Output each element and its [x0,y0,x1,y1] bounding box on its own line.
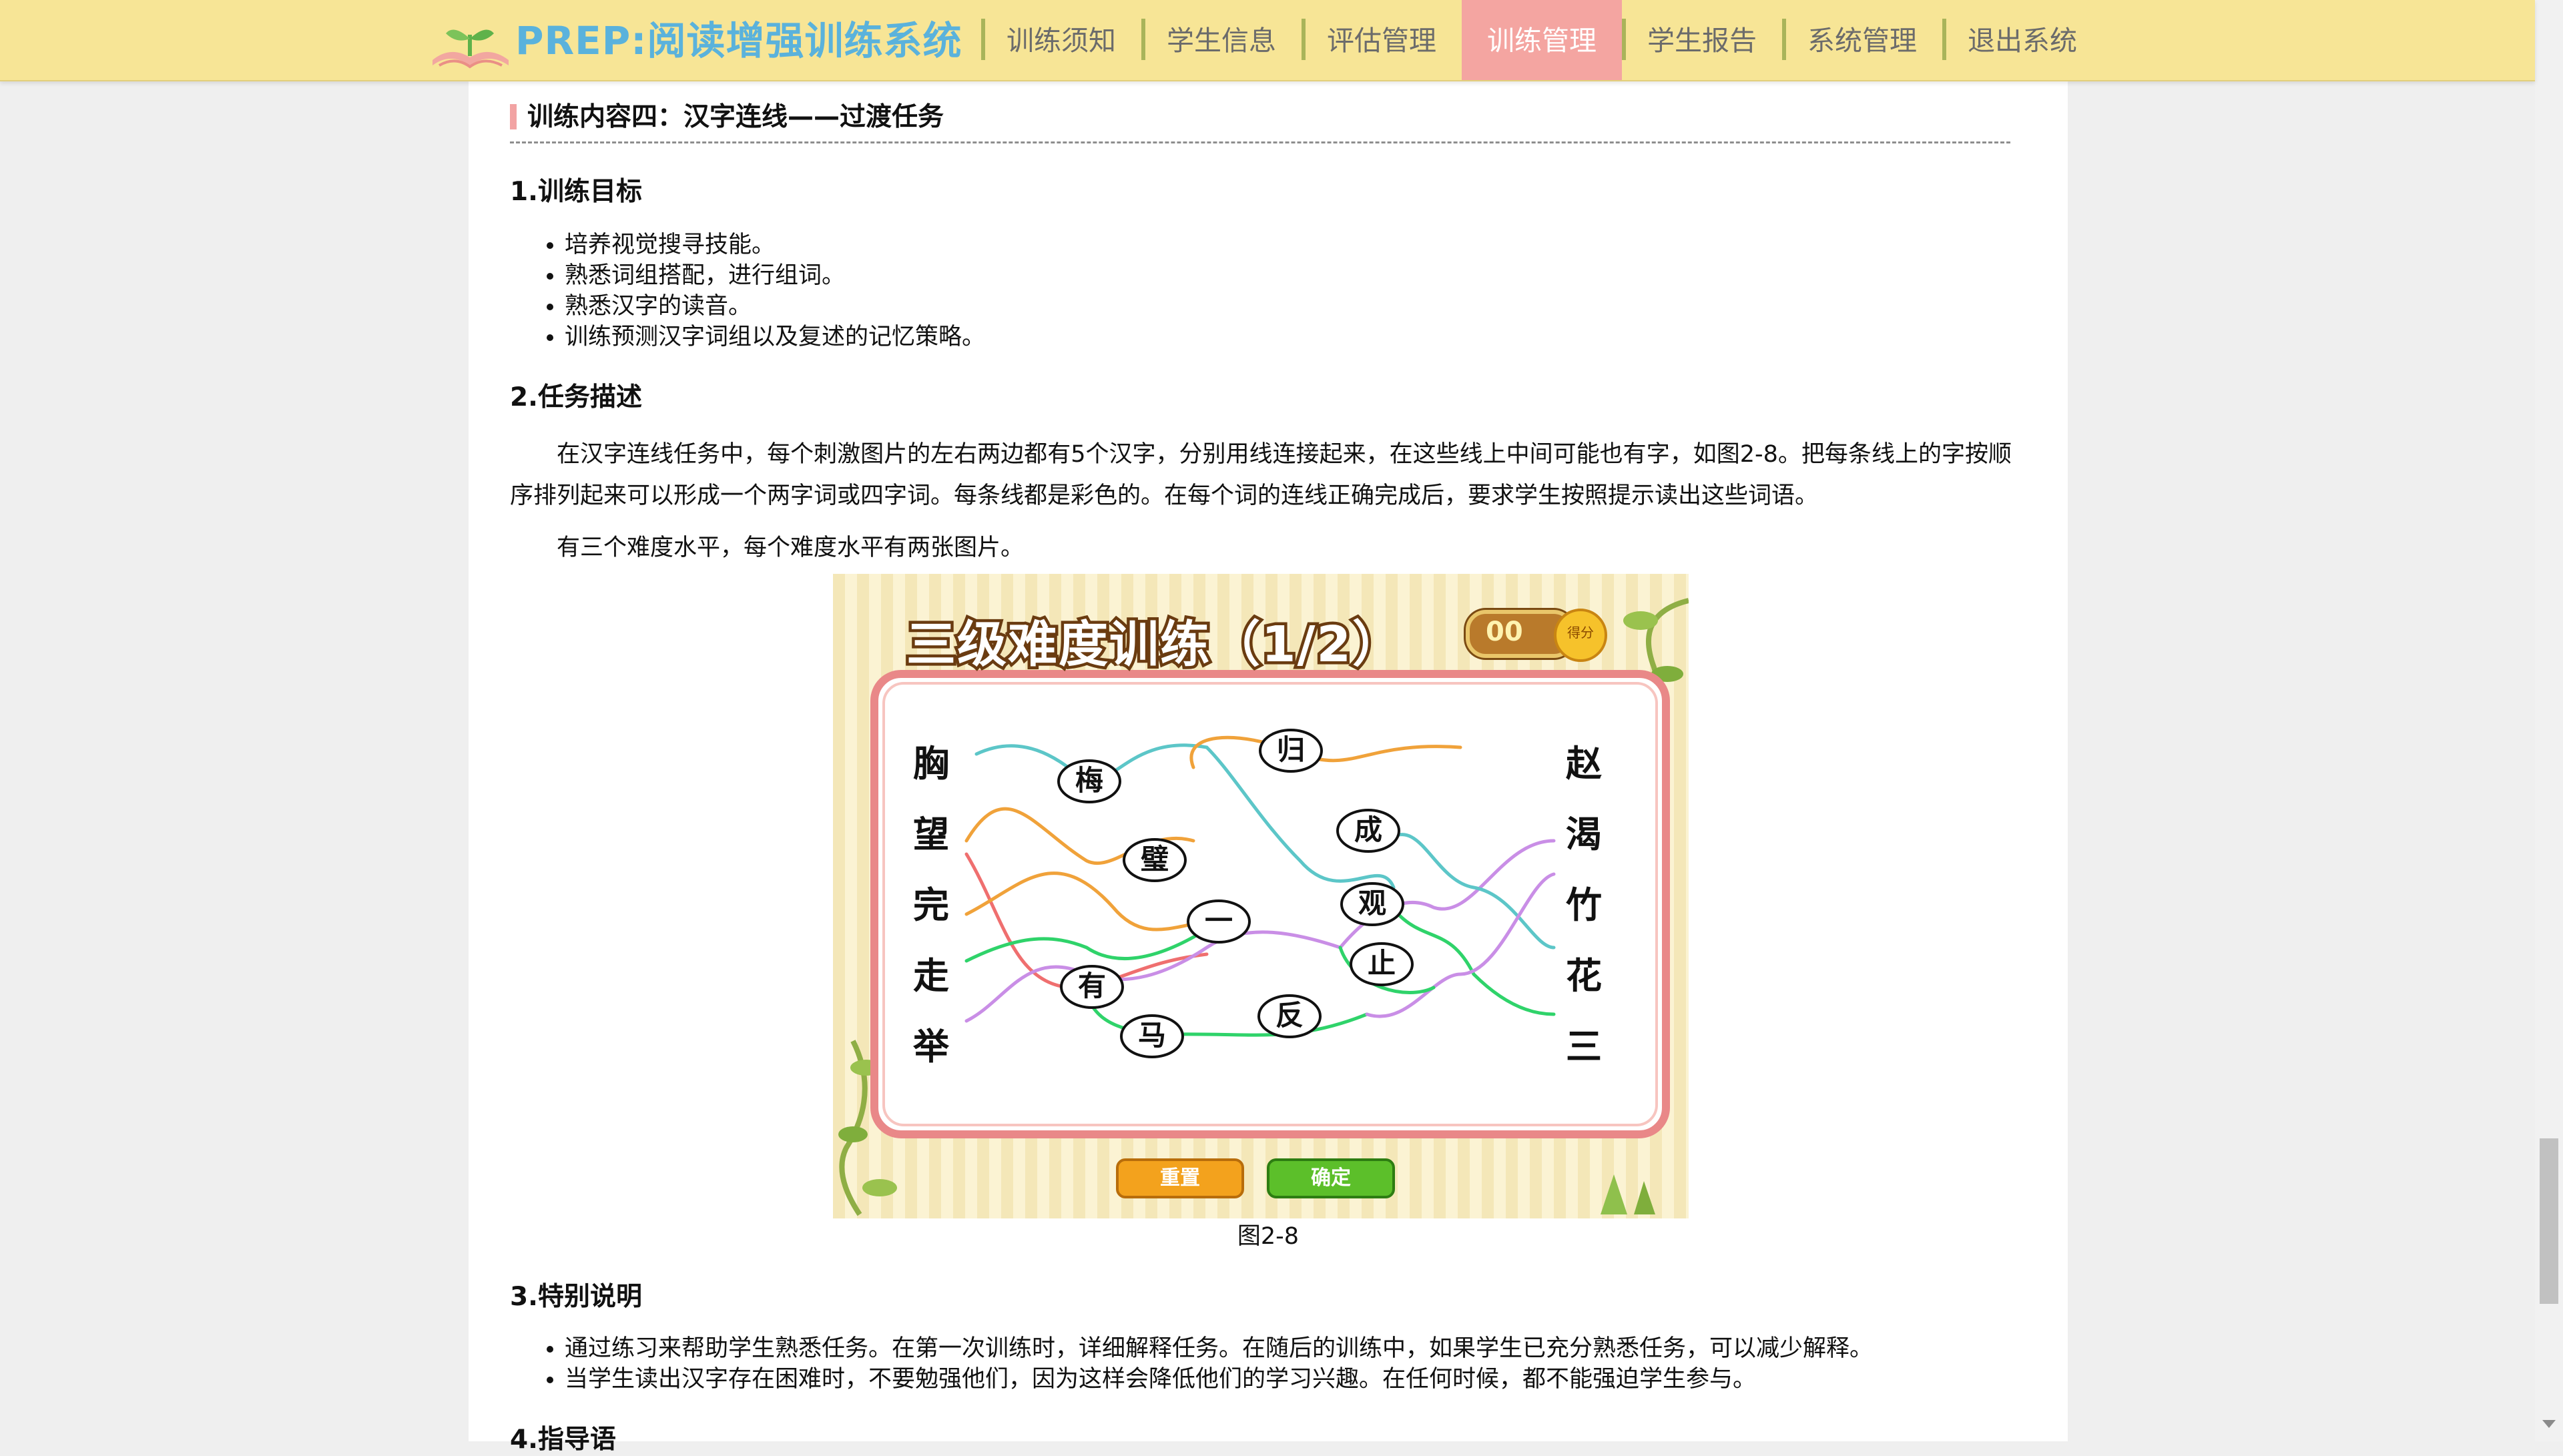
middle-char-node[interactable]: 有 [1060,965,1124,1009]
game-score-value: 00 [1486,617,1523,647]
page-scrollbar[interactable] [2535,0,2563,1441]
goal-heading: 1.训练目标 [510,177,642,207]
game-level-title: 三级难度训练（1/2） [903,613,1404,677]
goal-item: 训练预测汉字词组以及复述的记忆策略。 [565,322,985,352]
difficulty-paragraph: 有三个难度水平，每个难度水平有两张图片。 [557,534,1025,561]
middle-char-node[interactable]: 成 [1336,809,1400,853]
task-heading: 2.任务描述 [510,382,642,412]
middle-char-node[interactable]: 马 [1120,1014,1184,1058]
middle-char-node[interactable]: 观 [1340,882,1404,926]
scroll-down-arrow-icon[interactable] [2542,1420,2556,1428]
note-item: 通过练习来帮助学生熟悉任务。在第一次训练时，详细解释任务。在随后的训练中，如果学… [565,1333,1873,1364]
goal-item: 熟悉汉字的读音。 [565,291,985,322]
figure-caption: 图2-8 [1237,1223,1300,1250]
left-char[interactable]: 走 [913,946,949,999]
section-title-marker [510,104,517,129]
right-char[interactable]: 花 [1566,946,1602,999]
notes-heading: 3.特别说明 [510,1282,642,1312]
right-char[interactable]: 渴 [1566,805,1602,857]
left-char[interactable]: 望 [913,805,949,857]
left-char[interactable]: 举 [913,1017,949,1070]
middle-char-node[interactable]: 梅 [1057,759,1121,803]
notes-list: 通过练习来帮助学生熟悉任务。在第一次训练时，详细解释任务。在随后的训练中，如果学… [537,1333,1873,1395]
left-char[interactable]: 胸 [913,734,949,787]
note-item: 当学生读出汉字存在困难时，不要勉强他们，因为这样会降低他们的学习兴趣。在任何时候… [565,1364,1873,1395]
section-title: 训练内容四：汉字连线——过渡任务 [510,100,2010,143]
game-score-badge: 得分 [1554,609,1607,662]
content-panel: 训练内容四：汉字连线——过渡任务 1.训练目标 培养视觉搜寻技能。 熟悉词组搭配… [469,0,2068,1455]
scrollbar-thumb[interactable] [2540,1138,2558,1304]
nav-item-student-info[interactable]: 学生信息 [1141,0,1302,80]
right-char[interactable]: 赵 [1566,734,1602,787]
nav-item-student-report[interactable]: 学生报告 [1622,0,1782,80]
app-brand-title: PREP:阅读增强训练系统 [515,18,962,63]
guidance-heading: 4.指导语 [510,1425,616,1455]
nav-item-training-notice[interactable]: 训练须知 [981,0,1141,80]
game-reset-button[interactable]: 重置 [1116,1158,1244,1198]
nav-item-training-management[interactable]: 训练管理 [1462,0,1622,80]
top-navigation-bar: PREP:阅读增强训练系统 训练须知 学生信息 评估管理 训练管理 学生报告 系… [0,0,2535,81]
book-sprout-logo-icon [433,29,509,69]
task-description-paragraph: 在汉字连线任务中，每个刺激图片的左右两边都有5个汉字，分别用线连接起来，在这些线… [510,441,2012,509]
game-confirm-button[interactable]: 确定 [1267,1158,1395,1198]
middle-char-node[interactable]: 归 [1259,729,1323,773]
right-char[interactable]: 三 [1566,1017,1602,1070]
middle-char-node[interactable]: 止 [1350,942,1414,986]
middle-char-node[interactable]: 一 [1187,899,1251,944]
nav-item-logout[interactable]: 退出系统 [1942,0,2102,80]
goal-item: 培养视觉搜寻技能。 [565,230,985,260]
right-char[interactable]: 竹 [1566,875,1602,928]
left-char[interactable]: 完 [913,875,949,928]
goal-item: 熟悉词组搭配，进行组词。 [565,260,985,291]
main-nav: 训练须知 学生信息 评估管理 训练管理 学生报告 系统管理 退出系统 [981,0,2102,80]
section-title-text: 训练内容四：汉字连线——过渡任务 [527,102,944,132]
nav-item-assessment-management[interactable]: 评估管理 [1302,0,1462,80]
goal-list: 培养视觉搜寻技能。 熟悉词组搭配，进行组词。 熟悉汉字的读音。 训练预测汉字词组… [537,230,985,352]
middle-char-node[interactable]: 璧 [1123,838,1187,882]
middle-char-node[interactable]: 反 [1257,994,1322,1038]
nav-item-system-management[interactable]: 系统管理 [1782,0,1942,80]
figure-game-screenshot: 三级难度训练（1/2） 00 得分 胸 望 完 走 举 赵 渴 竹 花 三 归 … [833,574,1689,1218]
